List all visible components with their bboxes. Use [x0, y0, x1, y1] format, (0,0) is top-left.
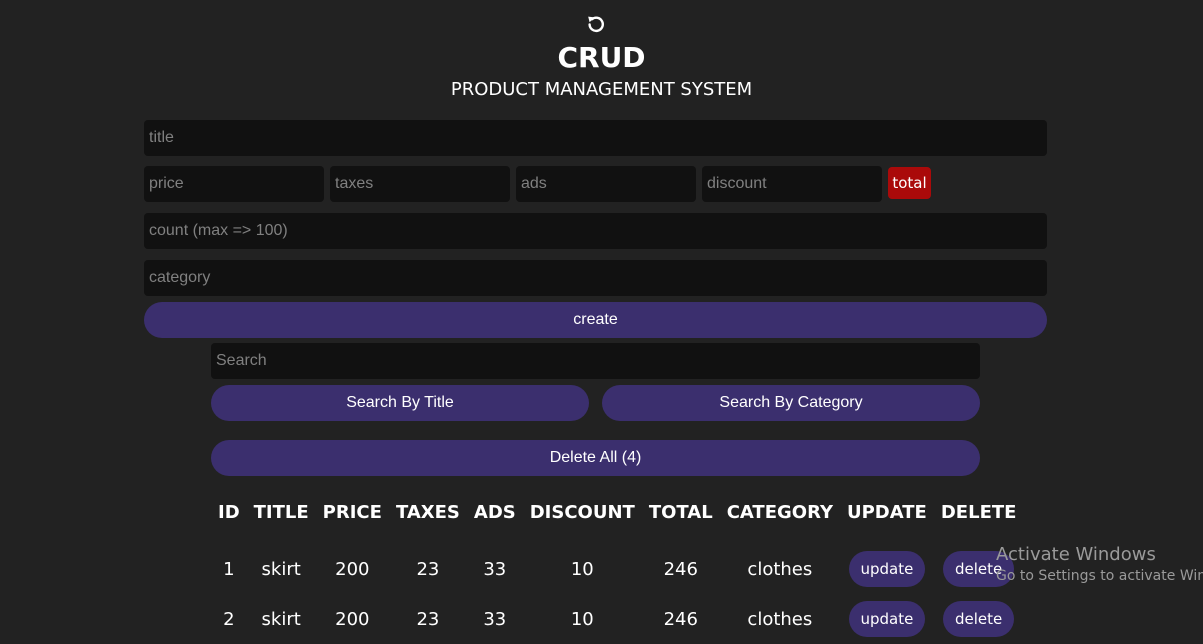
- title-input[interactable]: [144, 120, 1047, 156]
- column-header-price: PRICE: [322, 501, 382, 523]
- category-input[interactable]: [144, 260, 1047, 296]
- watermark-title: Activate Windows: [996, 544, 1156, 565]
- create-button[interactable]: create: [144, 302, 1047, 338]
- search-by-title-button[interactable]: Search By Title: [211, 385, 589, 421]
- ads-input[interactable]: [516, 166, 696, 202]
- cell-discount: 10: [570, 608, 594, 630]
- cell-taxes: 23: [416, 558, 440, 580]
- page-subtitle: PRODUCT MANAGEMENT SYSTEM: [450, 79, 753, 100]
- column-header-title: TITLE: [253, 501, 309, 523]
- table-row: 1 skirt 200 23 33 10 246 clothes update …: [211, 544, 1023, 594]
- delete-button[interactable]: delete: [943, 601, 1015, 637]
- cell-total: 246: [663, 608, 698, 630]
- cell-delete: delete: [934, 594, 1024, 644]
- activate-windows-watermark: Activate Windows Go to Settings to activ…: [996, 544, 1203, 586]
- watermark-subtitle: Go to Settings to activate Windows.: [996, 568, 1203, 584]
- search-input[interactable]: [211, 343, 980, 379]
- cell-id: 2: [223, 608, 235, 630]
- price-input[interactable]: [144, 166, 324, 202]
- column-header-discount: DISCOUNT: [529, 501, 635, 523]
- column-header-id: ID: [218, 501, 240, 523]
- cell-title: skirt: [261, 558, 301, 580]
- cell-total: 246: [663, 558, 698, 580]
- cell-discount: 10: [570, 558, 594, 580]
- cell-price: 200: [335, 608, 370, 630]
- cell-update: update: [840, 594, 934, 644]
- products-table: ID TITLE PRICE TAXES ADS DISCOUNT TOTAL …: [211, 494, 1023, 644]
- update-button[interactable]: update: [848, 551, 926, 587]
- delete-all-button[interactable]: Delete All (4): [211, 440, 980, 476]
- cell-id: 1: [223, 558, 235, 580]
- count-input[interactable]: [144, 213, 1047, 249]
- column-header-ads: ADS: [473, 501, 516, 523]
- cell-update: update: [840, 544, 934, 594]
- table-header-row: ID TITLE PRICE TAXES ADS DISCOUNT TOTAL …: [211, 494, 1023, 530]
- page-title: CRUD: [557, 41, 646, 74]
- reload-icon[interactable]: [585, 13, 607, 35]
- column-header-delete: DELETE: [940, 501, 1017, 523]
- column-header-total: TOTAL: [648, 501, 713, 523]
- search-by-category-button[interactable]: Search By Category: [602, 385, 980, 421]
- cell-ads: 33: [483, 558, 507, 580]
- table-row: 2 skirt 200 23 33 10 246 clothes update …: [211, 594, 1023, 644]
- column-header-taxes: TAXES: [395, 501, 460, 523]
- cell-taxes: 23: [416, 608, 440, 630]
- taxes-input[interactable]: [330, 166, 510, 202]
- column-header-category: CATEGORY: [726, 501, 833, 523]
- cell-price: 200: [335, 558, 370, 580]
- column-header-update: UPDATE: [847, 501, 927, 523]
- cell-category: clothes: [747, 558, 813, 580]
- cell-category: clothes: [747, 608, 813, 630]
- update-button[interactable]: update: [848, 601, 926, 637]
- cell-ads: 33: [483, 608, 507, 630]
- discount-input[interactable]: [702, 166, 882, 202]
- total-badge: total: [888, 167, 931, 199]
- cell-title: skirt: [261, 608, 301, 630]
